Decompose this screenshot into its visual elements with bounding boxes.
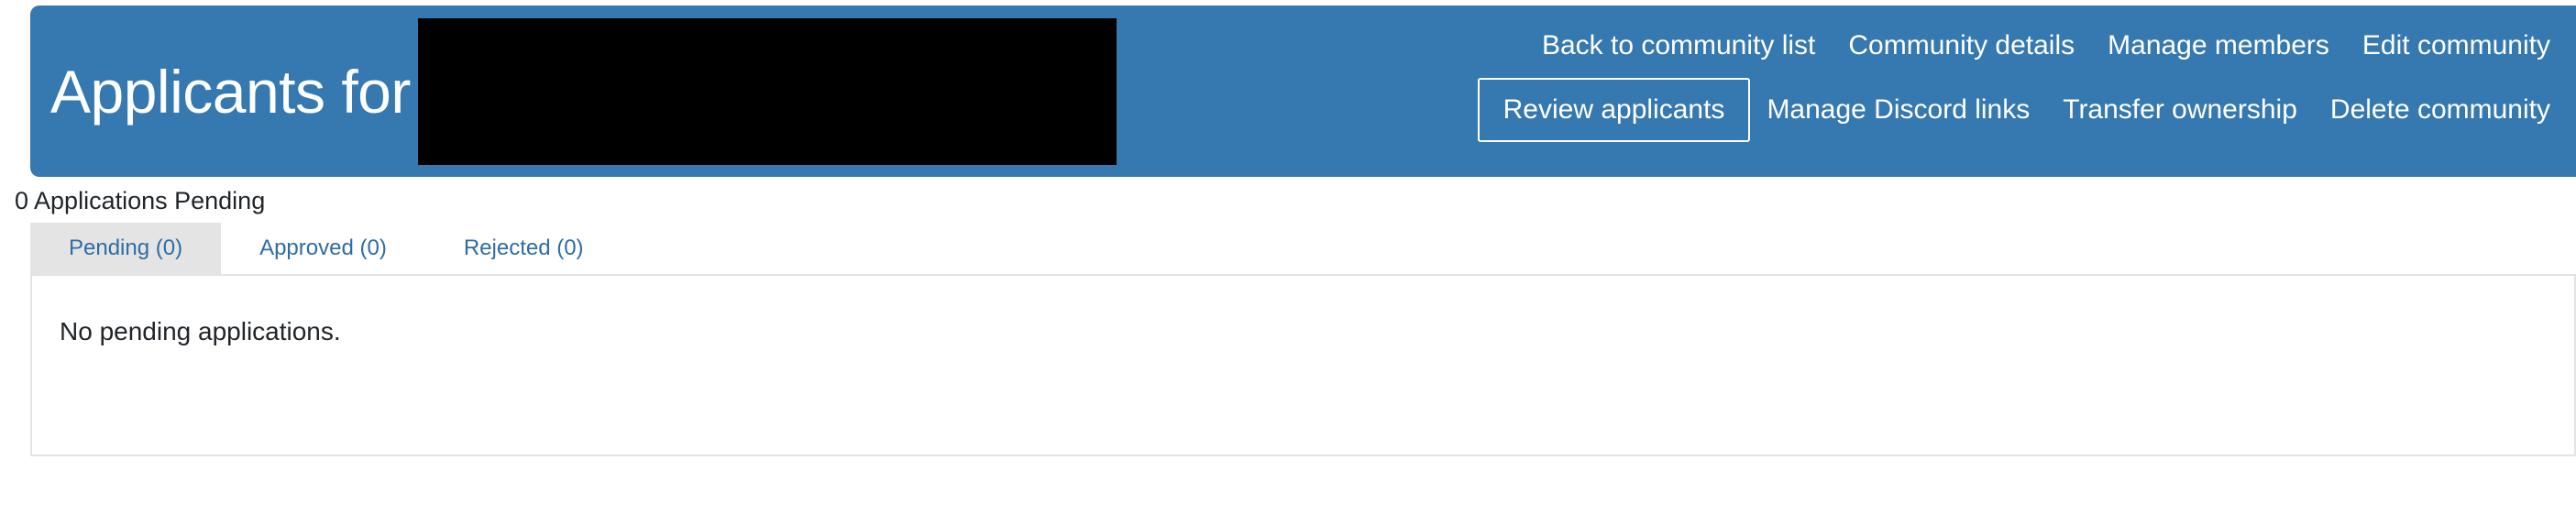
applications-pending-count: 0 Applications Pending (15, 187, 266, 214)
empty-state-message: No pending applications. (60, 317, 341, 345)
redacted-community-name (417, 17, 1117, 165)
tab-rejected[interactable]: Rejected (0) (425, 223, 622, 274)
tab-approved[interactable]: Approved (0) (221, 223, 425, 274)
applicants-tab-bar: Pending (0) Approved (0) Rejected (0) (30, 223, 2576, 276)
nav-row-secondary: Review applicants Manage Discord links T… (1302, 73, 2567, 147)
title-area: Applicants for (30, 5, 1117, 177)
nav-transfer-ownership[interactable]: Transfer ownership (2046, 87, 2314, 133)
nav-manage-members[interactable]: Manage members (2091, 23, 2346, 69)
tab-pending[interactable]: Pending (0) (30, 223, 222, 274)
nav-manage-discord-links[interactable]: Manage Discord links (1750, 87, 2046, 133)
page-header: Applicants for Back to community list Co… (30, 5, 2576, 177)
nav-edit-community[interactable]: Edit community (2346, 23, 2567, 69)
nav-community-details[interactable]: Community details (1832, 23, 2091, 69)
nav-row-primary: Back to community list Community details… (1302, 18, 2567, 73)
header-nav: Back to community list Community details… (1302, 5, 2576, 177)
applicants-review-page: Applicants for Back to community list Co… (0, 0, 2576, 515)
nav-back-to-community-list[interactable]: Back to community list (1525, 23, 1832, 69)
applicants-panel: No pending applications. (30, 276, 2576, 456)
nav-delete-community[interactable]: Delete community (2314, 87, 2567, 133)
page-title: Applicants for (50, 57, 411, 126)
nav-review-applicants[interactable]: Review applicants (1477, 78, 1751, 142)
